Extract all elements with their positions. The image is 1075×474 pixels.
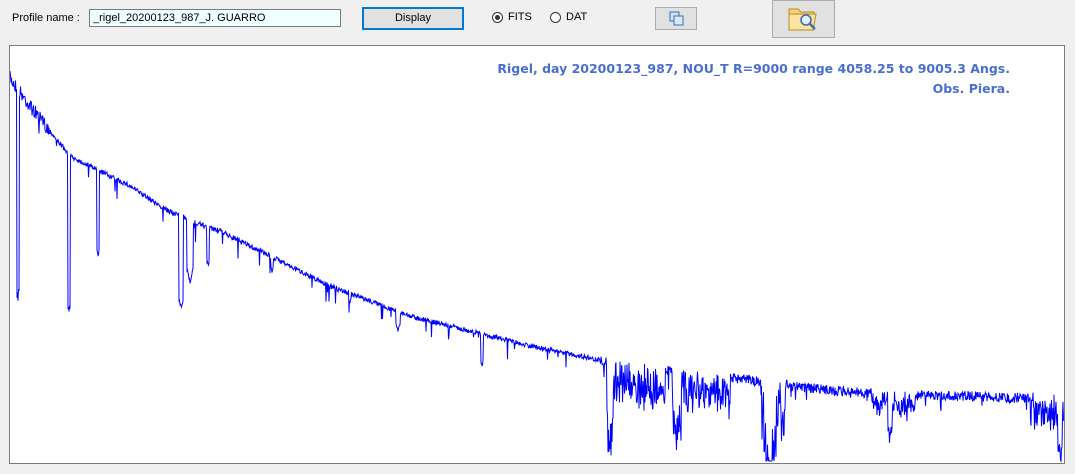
display-button[interactable]: Display [362,7,464,30]
open-file-button[interactable] [772,0,835,38]
profile-name-label: Profile name : [12,12,80,24]
fits-radio-label: FITS [508,11,532,23]
copy-icon [669,11,684,26]
profile-name-input[interactable] [89,9,341,27]
spectrum-plot: Rigel, day 20200123_987, NOU_T R=9000 ra… [9,45,1065,464]
dat-radio[interactable]: DAT [550,11,587,23]
folder-search-icon [788,8,817,31]
spectrum-trace [10,70,1064,463]
dat-radio-label: DAT [566,11,588,23]
spectrum-caption-title: Rigel, day 20200123_987, NOU_T R=9000 ra… [497,61,1010,76]
dat-radio-dot[interactable] [550,11,561,23]
spectrum-caption-observer: Obs. Piera. [932,81,1010,96]
spectrum-svg [10,70,1064,463]
copy-button[interactable] [655,7,697,30]
fits-radio[interactable]: FITS [492,11,532,23]
toolbar: Profile name : Display FITS DAT [0,0,1075,42]
fits-radio-dot[interactable] [492,11,503,23]
